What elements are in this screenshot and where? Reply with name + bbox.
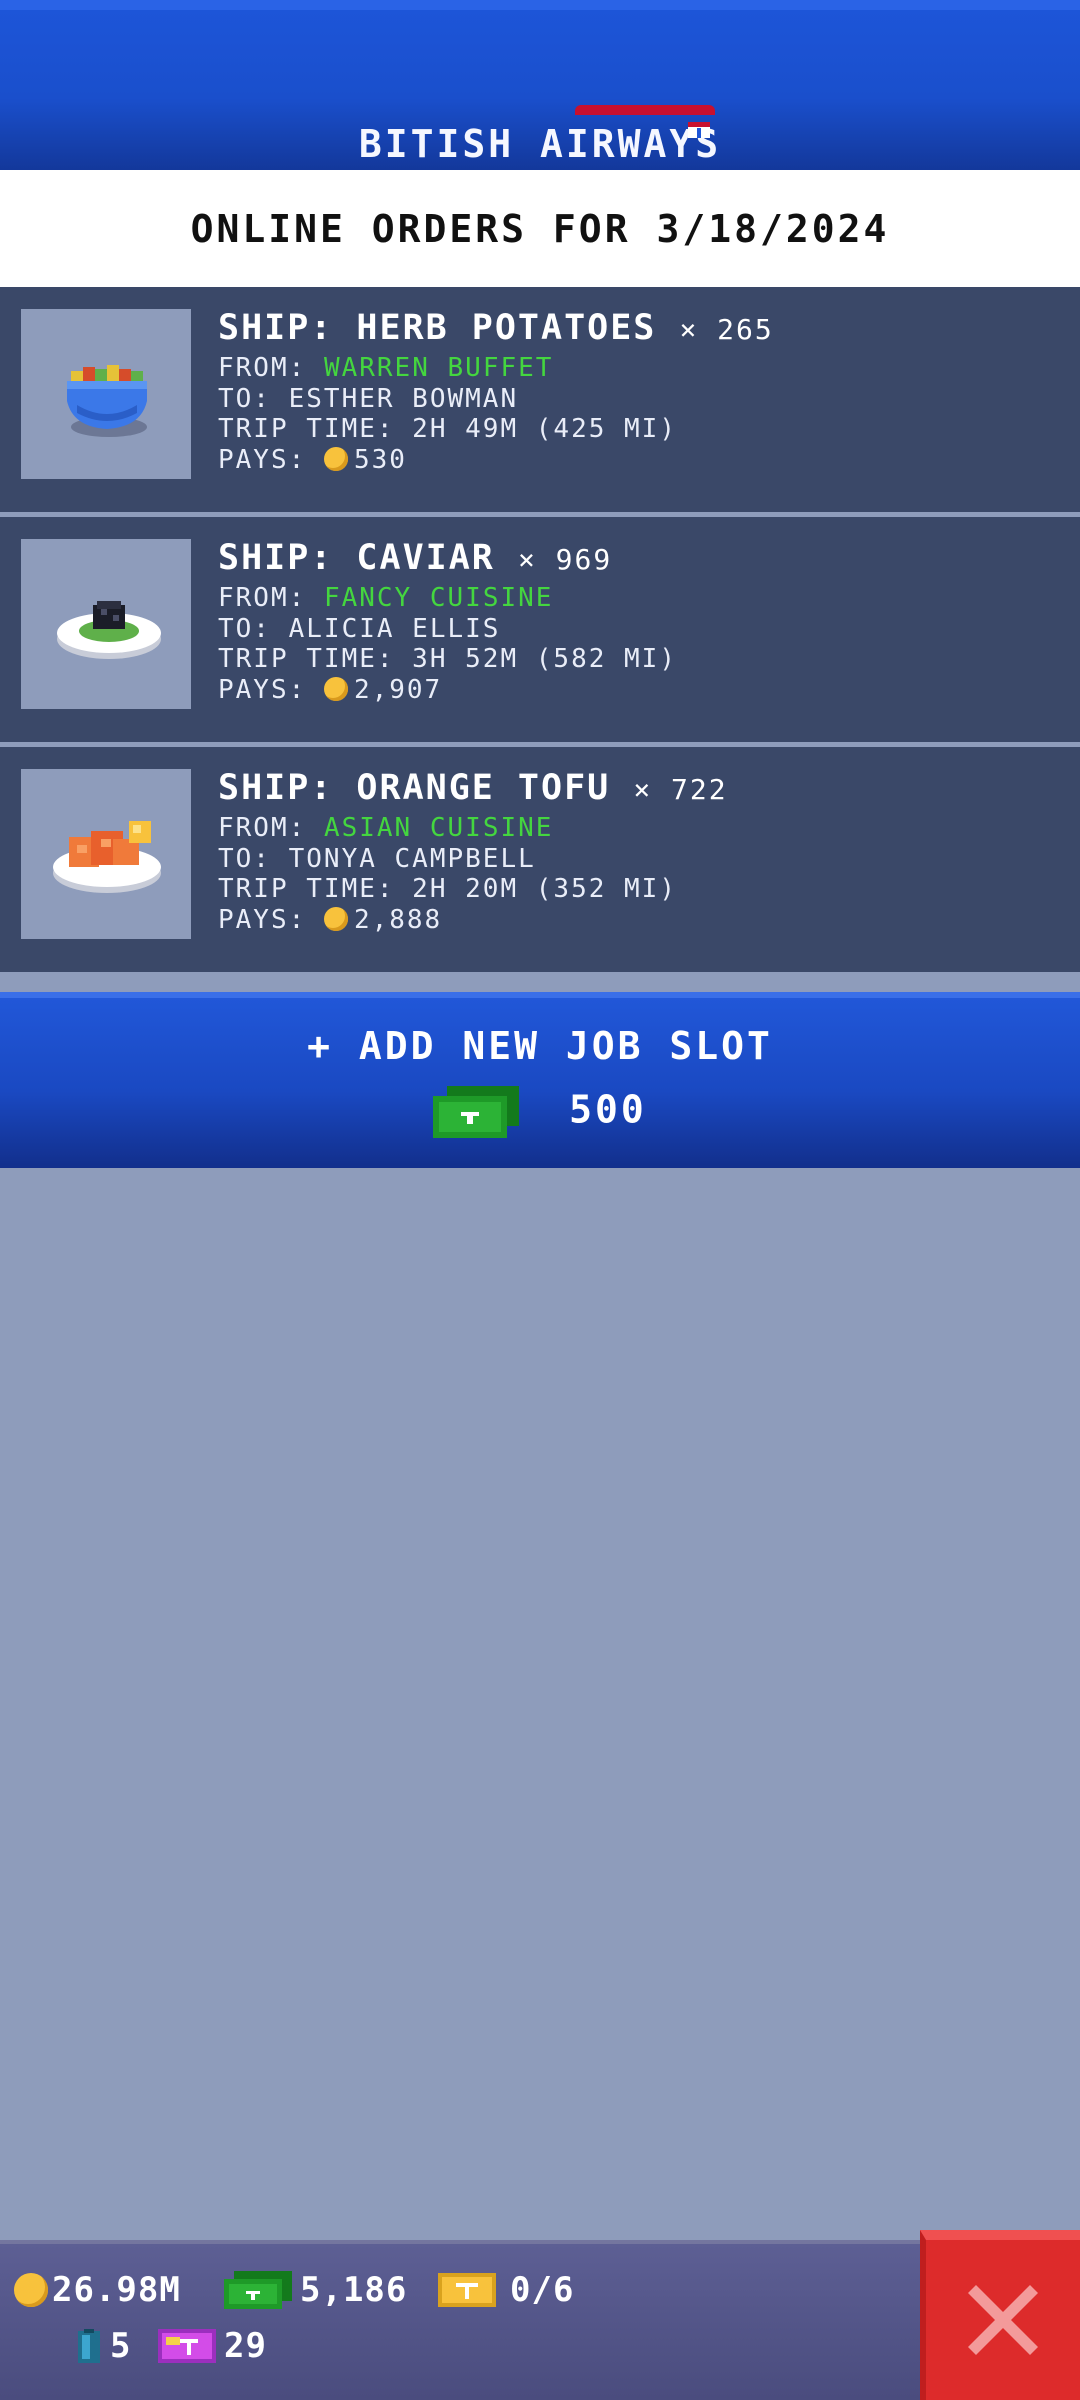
add-job-slot-cost: 500 [0, 1086, 1080, 1138]
job-from-value: ASIAN CUISINE [323, 813, 554, 843]
job-ship-label: SHIP: ORANGE TOFU [218, 768, 611, 808]
airline-name: BITISH AIRWAYS [358, 122, 722, 166]
job-pays-value: 2,888 [353, 904, 443, 935]
fuel-can-icon [78, 2329, 100, 2363]
gems-value: 29 [224, 2326, 267, 2366]
job-quantity: × 969 [517, 543, 613, 576]
coin-icon [323, 446, 348, 471]
job-pays-value: 530 [353, 444, 407, 475]
airline-logo-stripe [575, 105, 715, 115]
cash-bill-icon [433, 1086, 520, 1138]
status-bar: 26.98M 5,186 0/6 5 29 [0, 2240, 1080, 2400]
job-pays-line: PAYS: 2,907 [218, 675, 1060, 706]
job-ship-label: SHIP: HERB POTATOES [218, 308, 657, 348]
job-trip-time: TRIP TIME: 2H 49M (425 MI) [218, 414, 677, 444]
job-ship-line: SHIP: CAVIAR × 969 [218, 535, 1060, 583]
job-from-value: FANCY CUISINE [323, 583, 554, 613]
herb-potatoes-bowl-icon [67, 365, 147, 437]
job-to: TO: ESTHER BOWMAN [218, 383, 519, 414]
job-pays-line: PAYS: 2,888 [218, 905, 1060, 936]
job-trip-time: TRIP TIME: 2H 20M (352 MI) [218, 874, 677, 904]
job-from-value: WARREN BUFFET [323, 353, 554, 383]
job-from-label: FROM: [218, 353, 307, 383]
cash-bill-icon [224, 2271, 292, 2309]
job-to: TO: ALICIA ELLIS [218, 613, 501, 644]
job-quantity: × 265 [679, 313, 774, 346]
job-from-line: FROM: WARREN BUFFET [218, 353, 1060, 384]
coin-icon [323, 906, 348, 931]
airline-header: BITISH AIRWAYS [0, 0, 1080, 170]
job-quantity: × 722 [633, 773, 728, 806]
flag-icon [688, 122, 710, 138]
caviar-plate-icon [57, 601, 161, 659]
gems-stat: 29 [158, 2326, 267, 2366]
job-thumbnail [21, 539, 191, 709]
close-icon [968, 2285, 1038, 2355]
job-pays-label: PAYS: [218, 674, 307, 705]
jobs-list: SHIP: HERB POTATOES × 265 FROM: WARREN B… [0, 287, 1080, 977]
tickets-value: 0/6 [510, 2270, 575, 2310]
job-pays-value: 2,907 [353, 674, 443, 705]
premium-ticket-icon [158, 2329, 216, 2363]
job-pays-label: PAYS: [218, 444, 307, 475]
job-from-line: FROM: ASIAN CUISINE [218, 813, 1060, 844]
job-from-label: FROM: [218, 813, 307, 843]
coins-stat: 26.98M [14, 2270, 181, 2310]
job-thumbnail [21, 309, 191, 479]
job-thumbnail [21, 769, 191, 939]
job-pays-line: PAYS: 530 [218, 445, 1060, 476]
add-job-slot-button[interactable]: + ADD NEW JOB SLOT 500 [0, 992, 1080, 1168]
orange-tofu-plate-icon [53, 821, 161, 893]
job-card[interactable]: SHIP: ORANGE TOFU × 722 FROM: ASIAN CUIS… [0, 747, 1080, 977]
job-to: TO: TONYA CAMPBELL [218, 843, 536, 874]
job-ship-label: SHIP: CAVIAR [218, 538, 495, 578]
ticket-icon [438, 2273, 496, 2307]
cash-stat: 5,186 [224, 2270, 407, 2310]
job-from-line: FROM: FANCY CUISINE [218, 583, 1060, 614]
fuel-value: 5 [110, 2326, 132, 2366]
job-from-label: FROM: [218, 583, 307, 613]
coins-value: 26.98M [52, 2270, 181, 2310]
orders-title: ONLINE ORDERS FOR 3/18/2024 [0, 170, 1080, 287]
coin-icon [14, 2273, 48, 2307]
job-ship-line: SHIP: HERB POTATOES × 265 [218, 305, 1060, 353]
add-job-slot-label: + ADD NEW JOB SLOT [307, 1024, 773, 1068]
close-button[interactable] [920, 2230, 1080, 2400]
job-card[interactable]: SHIP: HERB POTATOES × 265 FROM: WARREN B… [0, 287, 1080, 517]
cash-value: 5,186 [300, 2270, 408, 2310]
tickets-stat: 0/6 [438, 2270, 574, 2310]
job-trip-time: TRIP TIME: 3H 52M (582 MI) [218, 644, 677, 674]
coin-icon [323, 676, 348, 701]
job-pays-label: PAYS: [218, 904, 307, 935]
add-job-slot-cost-value: 500 [569, 1087, 647, 1132]
job-card[interactable]: SHIP: CAVIAR × 969 FROM: FANCY CUISINE T… [0, 517, 1080, 747]
job-ship-line: SHIP: ORANGE TOFU × 722 [218, 765, 1060, 813]
fuel-stat: 5 [78, 2326, 131, 2366]
